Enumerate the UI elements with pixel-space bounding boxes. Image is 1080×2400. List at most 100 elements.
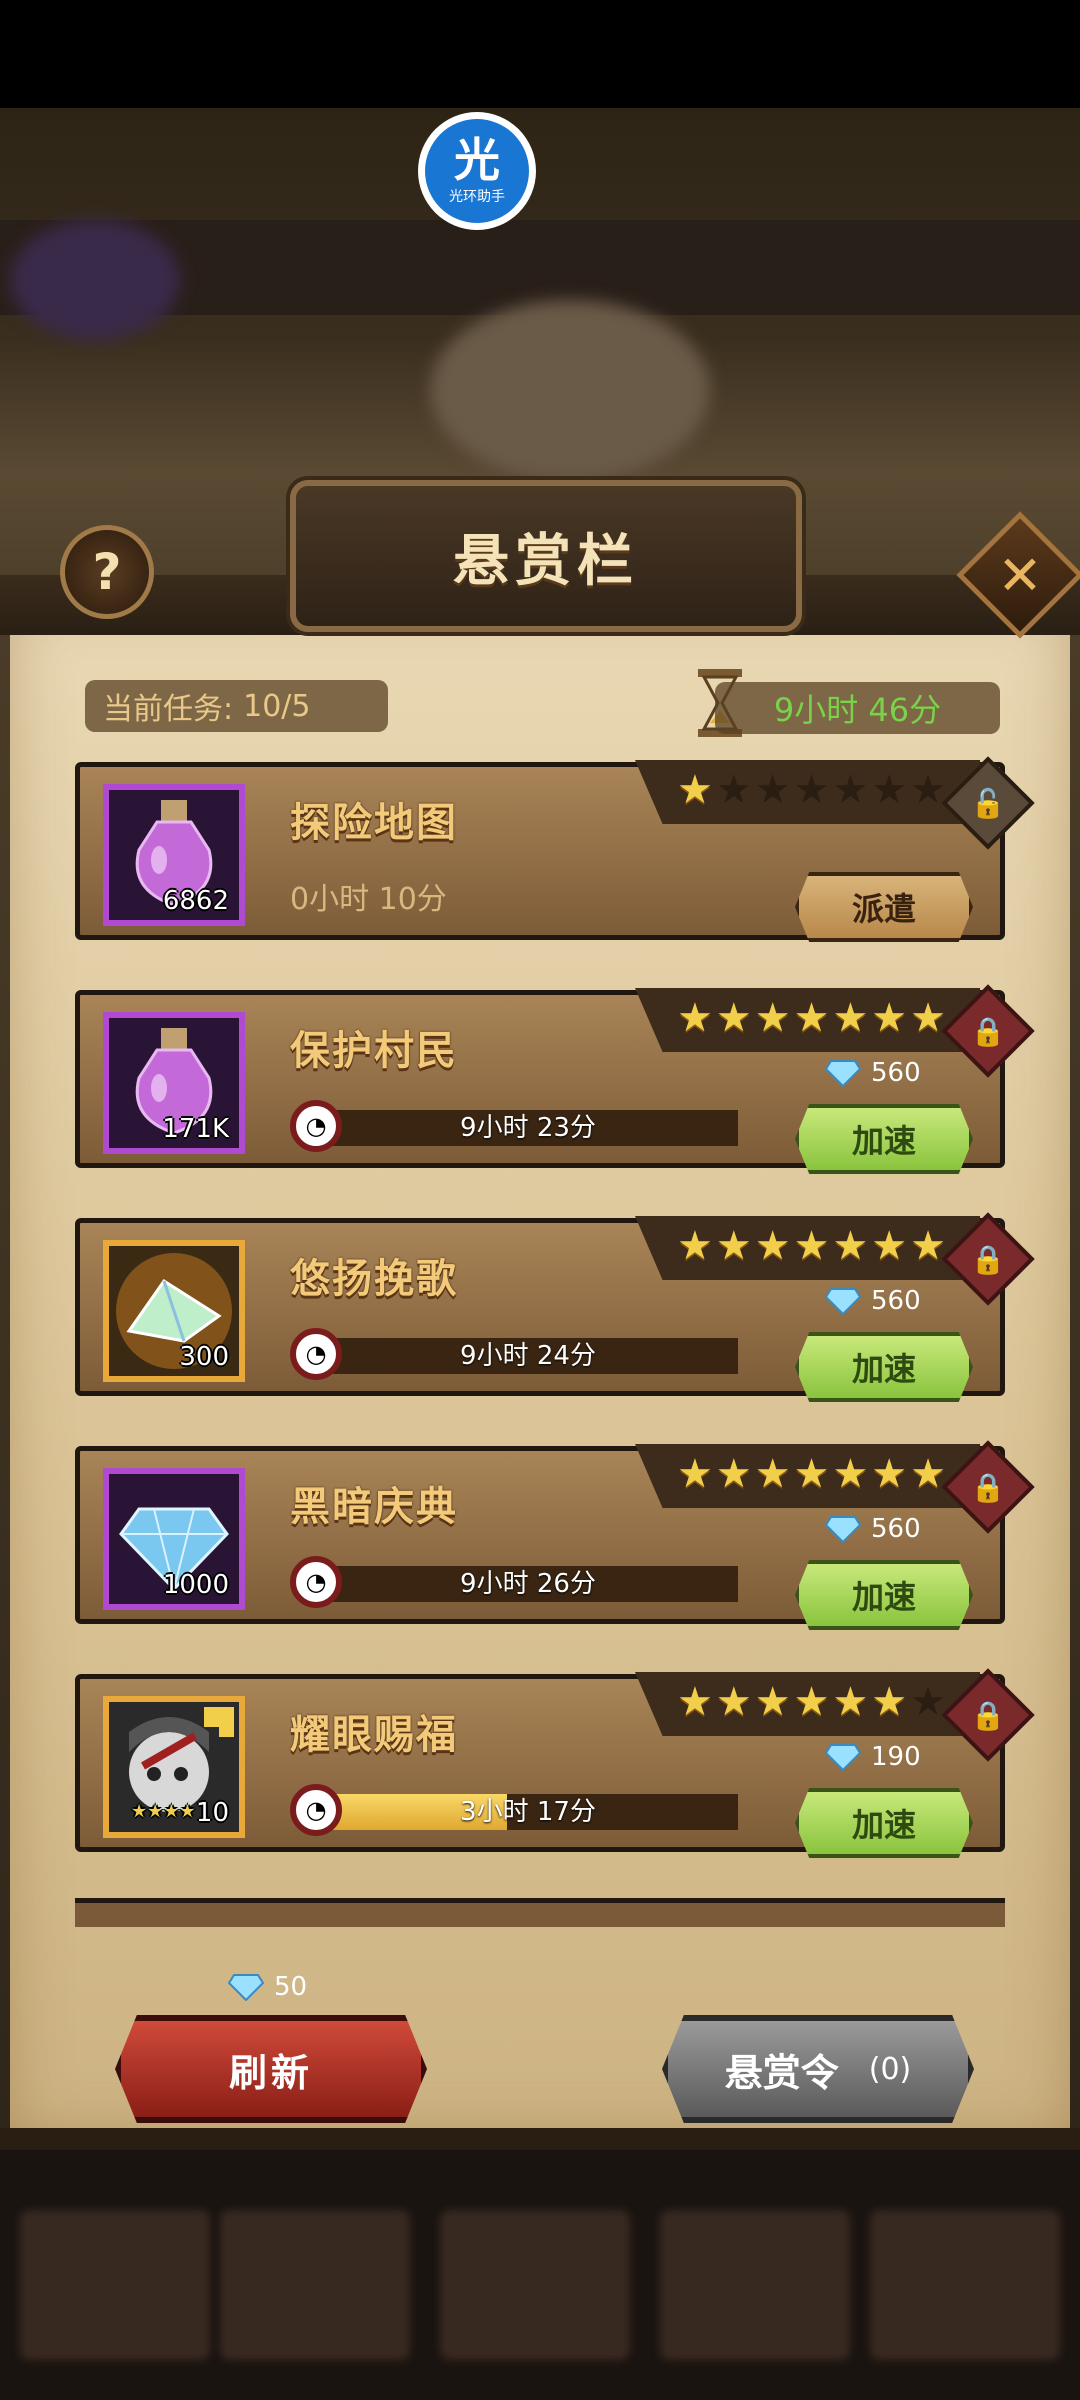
- reward-item[interactable]: 171K: [103, 1012, 245, 1154]
- star-icon: ★: [793, 1451, 830, 1497]
- star-rating: ★ ★ ★ ★ ★ ★ ★: [635, 1444, 980, 1508]
- star-icon: ★: [910, 767, 947, 813]
- task-card[interactable]: ★ ★ ★ ★ ★ ★ ★ 🔒 ★★★★ 10 耀眼赐福 ◔ 3小时 17分 1…: [75, 1668, 1035, 1858]
- task-card[interactable]: ★ ★ ★ ★ ★ ★ ★ 🔓 6862 探险地图 0小时 10分 派遣: [75, 756, 1035, 942]
- star-rating: ★ ★ ★ ★ ★ ★ ★: [635, 760, 980, 824]
- refresh-cost: 50: [228, 1972, 307, 2002]
- bottom-nav-tile: [660, 2210, 850, 2360]
- diamond-icon: [228, 1974, 264, 2001]
- star-icon: ★: [754, 1223, 791, 1269]
- star-icon: ★: [793, 1223, 830, 1269]
- star-icon: ★: [871, 1223, 908, 1269]
- task-progress: ◔ 9小时 26分: [290, 1556, 740, 1608]
- reward-item[interactable]: 300: [103, 1240, 245, 1382]
- reward-quantity: 10: [195, 1798, 229, 1828]
- background-avatar: [10, 220, 180, 340]
- task-name: 黑暗庆典: [290, 1484, 458, 1530]
- bottom-nav-tile: [440, 2210, 630, 2360]
- gem-cost: 560: [825, 1286, 921, 1316]
- gem-cost-value: 560: [871, 1514, 921, 1544]
- task-duration: 0小时 10分: [290, 882, 447, 917]
- task-card[interactable]: ★ ★ ★ ★ ★ ★ ★ 🔒 171K 保护村民 ◔ 9小时 23分 560 …: [75, 984, 1035, 1174]
- bounty-order-count: (0): [868, 2051, 912, 2087]
- lock-icon: 🔒: [970, 1470, 1006, 1504]
- status-bar: [0, 0, 1080, 108]
- assistant-logo[interactable]: 光 光环助手: [418, 112, 536, 230]
- star-icon: ★: [832, 767, 869, 813]
- task-count-label: 当前任务:: [103, 692, 234, 727]
- lock-icon: 🔒: [970, 1242, 1006, 1276]
- clock-icon: ◔: [290, 1100, 342, 1152]
- reward-quantity: 1000: [162, 1570, 229, 1600]
- gem-cost: 190: [825, 1742, 921, 1772]
- reward-item[interactable]: ★★★★ 10: [103, 1696, 245, 1838]
- star-rating: ★ ★ ★ ★ ★ ★ ★: [635, 988, 980, 1052]
- bottom-nav-tile: [870, 2210, 1060, 2360]
- clock-icon: ◔: [290, 1556, 342, 1608]
- clock-icon: ◔: [290, 1328, 342, 1380]
- diamond-icon: [825, 1288, 861, 1315]
- star-icon: ★: [715, 995, 752, 1041]
- star-icon: ★: [677, 1451, 713, 1497]
- speed-up-button[interactable]: 加速: [795, 1332, 973, 1402]
- speed-up-button[interactable]: 加速: [795, 1560, 973, 1630]
- unlock-icon: 🔓: [970, 786, 1006, 820]
- star-icon: ★: [715, 1451, 752, 1497]
- star-icon: ★: [793, 995, 830, 1041]
- assistant-logo-caption: 光环助手: [449, 189, 505, 205]
- reward-quantity: 300: [179, 1342, 229, 1372]
- lock-icon: 🔒: [970, 1014, 1006, 1048]
- gem-cost-value: 560: [871, 1058, 921, 1088]
- refresh-button[interactable]: 刷新: [115, 2015, 427, 2123]
- star-rating: ★ ★ ★ ★ ★ ★ ★: [635, 1672, 980, 1736]
- task-count-value: 10/5: [243, 688, 311, 724]
- reward-quantity: 171K: [162, 1114, 229, 1144]
- star-icon: ★: [754, 767, 791, 813]
- bounty-order-label: 悬赏令: [724, 2050, 839, 2095]
- star-icon: ★: [793, 1679, 830, 1725]
- task-name: 保护村民: [290, 1028, 458, 1074]
- star-icon: ★: [715, 767, 752, 813]
- star-icon: ★: [754, 995, 791, 1041]
- task-card[interactable]: ★ ★ ★ ★ ★ ★ ★ 🔒 300 悠扬挽歌 ◔ 9小时 24分 560 加…: [75, 1212, 1035, 1402]
- star-icon: ★: [754, 1451, 791, 1497]
- star-icon: ★: [871, 767, 908, 813]
- bottom-nav-tile: [20, 2210, 210, 2360]
- reward-item[interactable]: 6862: [103, 784, 245, 926]
- speed-up-button[interactable]: 加速: [795, 1788, 973, 1858]
- lock-icon: 🔒: [970, 1698, 1006, 1732]
- remaining-time: 9小时 26分: [460, 1569, 596, 1599]
- star-icon: ★: [677, 767, 713, 813]
- star-icon: ★: [910, 1223, 947, 1269]
- speed-up-button[interactable]: 加速: [795, 1104, 973, 1174]
- dispatch-button[interactable]: 派遣: [795, 872, 973, 942]
- remaining-time: 9小时 24分: [460, 1341, 596, 1371]
- remaining-time: 3小时 17分: [460, 1797, 596, 1827]
- star-icon: ★: [910, 995, 947, 1041]
- gem-cost: 560: [825, 1058, 921, 1088]
- star-icon: ★: [871, 1679, 908, 1725]
- star-icon: ★: [677, 995, 713, 1041]
- star-icon: ★: [754, 1679, 791, 1725]
- task-card[interactable]: ★ ★ ★ ★ ★ ★ ★ 🔒 1000 黑暗庆典 ◔ 9小时 26分 560 …: [75, 1440, 1035, 1630]
- reward-stars: ★★★★: [131, 1801, 196, 1822]
- star-icon: ★: [832, 1451, 869, 1497]
- task-name: 悠扬挽歌: [290, 1256, 458, 1302]
- reward-item[interactable]: 1000: [103, 1468, 245, 1610]
- bounty-order-button[interactable]: 悬赏令 (0): [662, 2015, 974, 2123]
- help-button[interactable]: ?: [60, 525, 154, 619]
- star-icon: ★: [715, 1679, 752, 1725]
- panel-title: 悬赏栏: [453, 528, 639, 594]
- task-progress: ◔ 9小时 24分: [290, 1328, 740, 1380]
- close-icon: ✕: [997, 543, 1043, 607]
- gem-cost-value: 560: [871, 1286, 921, 1316]
- panel-bottom-trim: [0, 2128, 1080, 2150]
- star-icon: ★: [677, 1223, 713, 1269]
- clock-icon: ◔: [290, 1784, 342, 1836]
- star-icon: ★: [910, 1451, 947, 1497]
- task-progress: ◔ 3小时 17分: [290, 1784, 740, 1836]
- assistant-logo-glyph: 光: [454, 133, 500, 187]
- star-icon: ★: [832, 995, 869, 1041]
- refresh-timer: 9小时 46分: [715, 682, 1000, 734]
- star-icon: ★: [910, 1679, 947, 1725]
